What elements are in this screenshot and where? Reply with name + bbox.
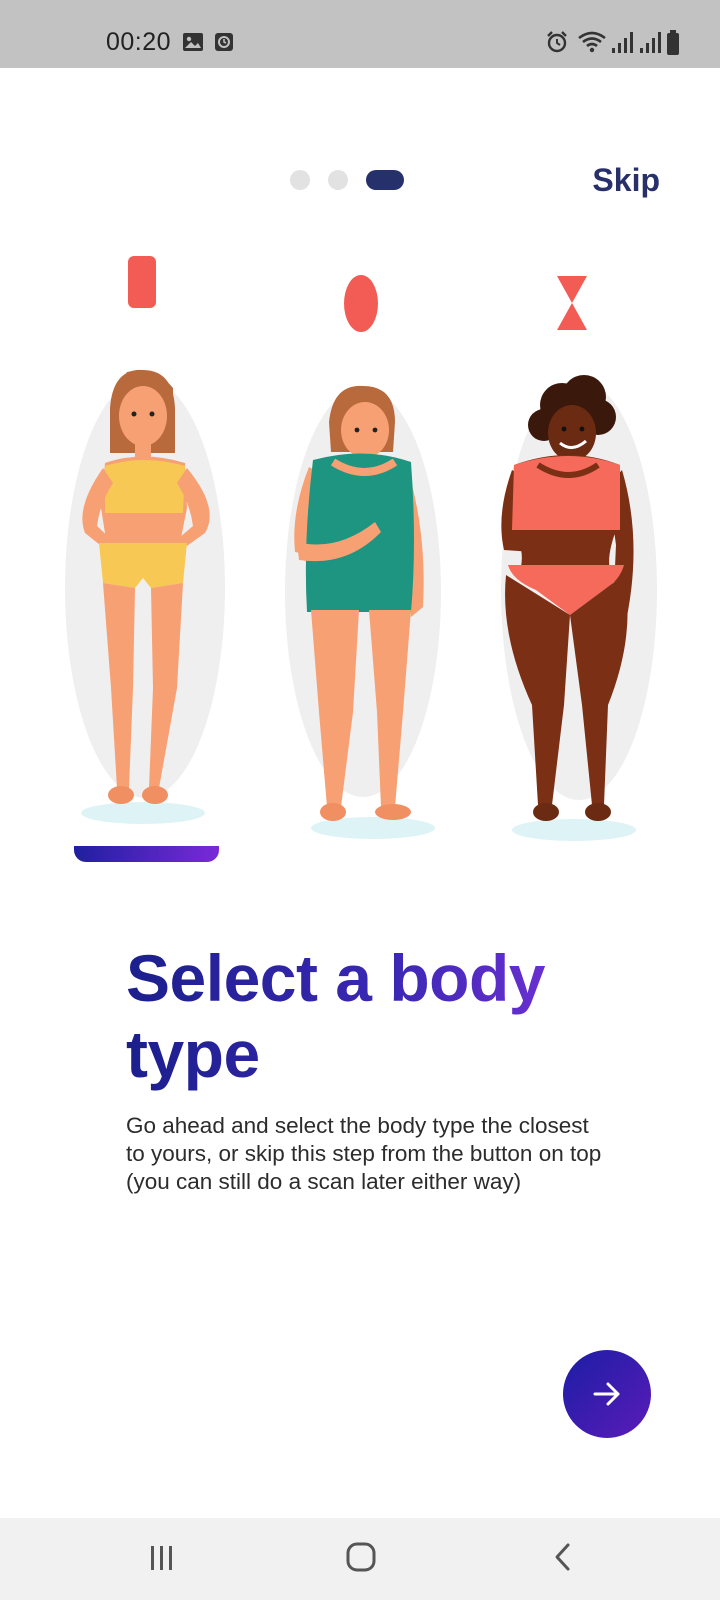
recent-apps-icon[interactable] (148, 1544, 176, 1572)
page-dot-active (366, 170, 404, 190)
image-icon (183, 33, 203, 51)
skip-button[interactable]: Skip (592, 162, 660, 199)
page-title: Select a body type (126, 940, 606, 1092)
status-bar: 00:20 (0, 0, 720, 68)
rectangle-icon[interactable] (128, 256, 156, 308)
page-description: Go ahead and select the body type the cl… (126, 1113, 602, 1194)
body-type-option-rectangle[interactable] (55, 358, 235, 828)
battery-icon (667, 30, 679, 55)
body-type-option-oval[interactable] (277, 382, 449, 842)
back-icon[interactable] (552, 1542, 574, 1572)
page-dot (290, 170, 310, 190)
signal-icon (640, 32, 661, 53)
selected-indicator (74, 846, 219, 862)
arrow-right-icon (593, 1382, 620, 1406)
body-type-option-hourglass[interactable] (494, 375, 664, 845)
oval-icon[interactable] (344, 275, 378, 332)
next-button[interactable] (563, 1350, 651, 1438)
page-dot (328, 170, 348, 190)
alarm-icon (547, 31, 567, 53)
hourglass-icon[interactable] (557, 276, 587, 330)
system-nav-bar (0, 1518, 720, 1600)
clock-app-icon (215, 33, 233, 51)
wifi-icon (578, 31, 606, 53)
signal-icon (612, 32, 633, 53)
status-time: 00:20 (106, 28, 172, 56)
home-icon[interactable] (346, 1542, 376, 1572)
